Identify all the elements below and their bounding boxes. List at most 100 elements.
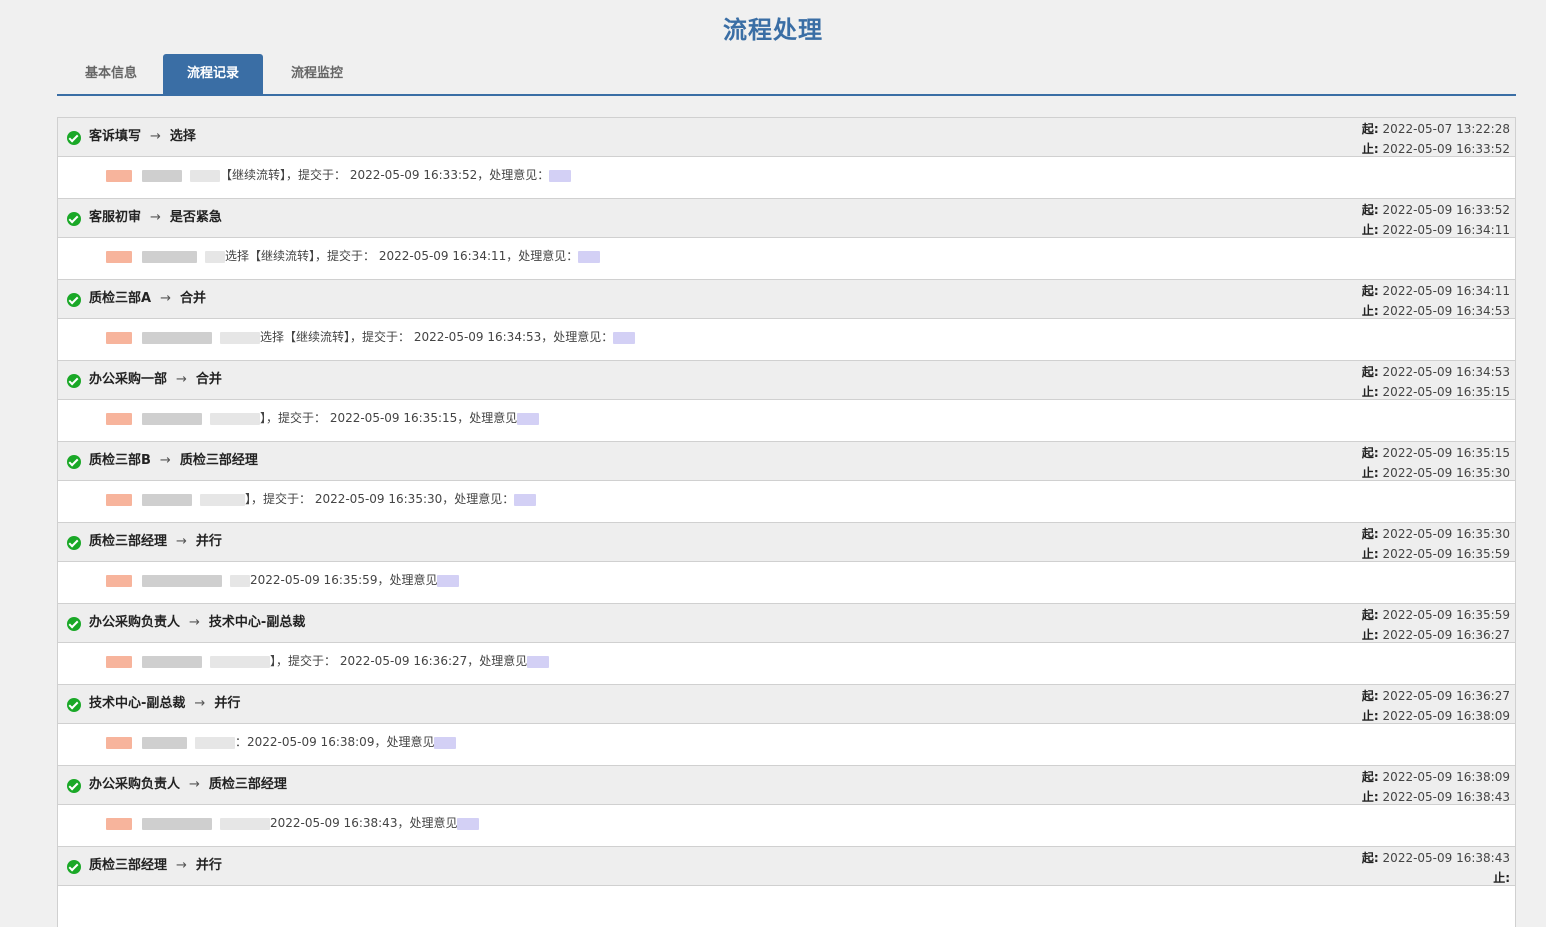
detail-text: ：2022-05-09 16:38:09，处理意见 bbox=[235, 735, 435, 749]
step-times: 起: 2022-05-09 16:34:11 止: 2022-05-09 16:… bbox=[1362, 281, 1510, 321]
redacted-block bbox=[210, 655, 270, 668]
redacted-block bbox=[142, 250, 197, 263]
redacted-block bbox=[190, 169, 220, 182]
start-label: 起: bbox=[1361, 608, 1379, 622]
start-label: 起: bbox=[1361, 770, 1379, 784]
arrow-right-icon: → bbox=[176, 858, 187, 873]
check-circle-icon bbox=[67, 293, 81, 307]
redacted-block bbox=[142, 412, 202, 425]
redacted-block bbox=[220, 331, 260, 344]
start-time: 2022-05-09 16:38:43 bbox=[1382, 851, 1510, 865]
check-circle-icon bbox=[67, 779, 81, 793]
flow-record-list: 客诉填写 → 选择 起: 2022-05-07 13:22:28 止: 2022-0… bbox=[57, 117, 1516, 927]
flow-step: 质检三部B → 质检三部经理 bbox=[89, 442, 258, 480]
flow-record: 质检三部A → 合并 起: 2022-05-09 16:34:11 止: 2022-… bbox=[57, 279, 1516, 360]
arrow-right-icon: → bbox=[159, 453, 171, 468]
redacted-block bbox=[106, 250, 132, 263]
start-time-row: 起: 2022-05-09 16:35:15 bbox=[1362, 443, 1510, 463]
redacted-block bbox=[142, 736, 187, 749]
redacted-block bbox=[205, 250, 225, 263]
step-to: 技术中心-副总裁 bbox=[208, 615, 306, 630]
start-time-row: 起: 2022-05-07 13:22:28 bbox=[1362, 119, 1510, 139]
flow-record-header: 质检三部A → 合并 起: 2022-05-09 16:34:11 止: 2022-… bbox=[57, 279, 1516, 319]
tab-basic-info[interactable]: 基本信息 bbox=[61, 54, 161, 94]
arrow-right-icon: → bbox=[189, 615, 200, 630]
flow-step: 客服初审 → 是否紧急 bbox=[89, 199, 222, 237]
start-time: 2022-05-09 16:34:53 bbox=[1382, 365, 1510, 379]
page-title: 流程处理 bbox=[723, 16, 823, 44]
redacted-block bbox=[230, 574, 250, 587]
detail-line: 2022-05-09 16:38:43，处理意见 bbox=[106, 805, 480, 842]
redacted-block bbox=[613, 331, 636, 344]
start-time: 2022-05-09 16:34:11 bbox=[1382, 284, 1510, 298]
check-circle-icon bbox=[67, 617, 81, 631]
check-circle-icon bbox=[67, 212, 81, 226]
end-label: 止: bbox=[1361, 628, 1379, 642]
step-times: 起: 2022-05-09 16:34:53 止: 2022-05-09 16:… bbox=[1362, 362, 1510, 402]
redacted-block bbox=[434, 736, 457, 749]
end-time: 2022-05-09 16:34:53 bbox=[1382, 304, 1510, 318]
step-from: 客服初审 bbox=[89, 210, 142, 225]
flow-record-header: 质检三部经理 → 并行 起: 2022-05-09 16:35:30 止: 2022… bbox=[57, 522, 1516, 562]
end-time-row: 止: 2022-05-09 16:38:43 bbox=[1362, 787, 1510, 807]
tab-flow-records[interactable]: 流程记录 bbox=[163, 54, 263, 94]
end-label: 止: bbox=[1361, 304, 1379, 318]
flow-record: 技术中心-副总裁 → 并行 起: 2022-05-09 16:36:27 止: 20… bbox=[57, 684, 1516, 765]
step-from: 办公采购负责人 bbox=[89, 777, 181, 792]
flow-record-detail bbox=[57, 886, 1516, 927]
flow-record-detail: 选择【继续流转】，提交于： 2022-05-09 16:34:11，处理意见： bbox=[57, 238, 1516, 279]
arrow-right-icon: → bbox=[176, 372, 187, 387]
check-circle-icon bbox=[67, 860, 81, 874]
step-from: 技术中心-副总裁 bbox=[89, 696, 186, 711]
end-time-row: 止: 2022-05-09 16:35:15 bbox=[1362, 382, 1510, 402]
end-label: 止: bbox=[1361, 547, 1379, 561]
flow-record: 办公采购负责人 → 质检三部经理 起: 2022-05-09 16:38:09 止:… bbox=[57, 765, 1516, 846]
redacted-block bbox=[457, 817, 480, 830]
step-to: 合并 bbox=[195, 372, 222, 387]
flow-record: 质检三部经理 → 并行 起: 2022-05-09 16:35:30 止: 2022… bbox=[57, 522, 1516, 603]
step-times: 起: 2022-05-09 16:35:59 止: 2022-05-09 16:… bbox=[1362, 605, 1510, 645]
flow-record-detail: 【继续流转】，提交于： 2022-05-09 16:33:52，处理意见： bbox=[57, 157, 1516, 198]
start-label: 起: bbox=[1361, 203, 1379, 217]
start-time-row: 起: 2022-05-09 16:35:30 bbox=[1362, 524, 1510, 544]
detail-text: 选择【继续流转】，提交于： 2022-05-09 16:34:53，处理意见： bbox=[260, 330, 614, 344]
step-times: 起: 2022-05-07 13:22:28 止: 2022-05-09 16:… bbox=[1362, 119, 1510, 159]
redacted-block bbox=[106, 736, 132, 749]
flow-record: 办公采购负责人 → 技术中心-副总裁 起: 2022-05-09 16:35:59 … bbox=[57, 603, 1516, 684]
detail-text: 】，提交于： 2022-05-09 16:35:30，处理意见： bbox=[245, 492, 515, 506]
flow-record-header: 客诉填写 → 选择 起: 2022-05-07 13:22:28 止: 2022-0… bbox=[57, 117, 1516, 157]
flow-record-header: 办公采购一部 → 合并 起: 2022-05-09 16:34:53 止: 2022… bbox=[57, 360, 1516, 400]
step-to: 合并 bbox=[179, 291, 206, 306]
step-to: 是否紧急 bbox=[169, 210, 222, 225]
step-from: 客诉填写 bbox=[89, 129, 142, 144]
step-times: 起: 2022-05-09 16:33:52 止: 2022-05-09 16:… bbox=[1362, 200, 1510, 240]
start-time: 2022-05-09 16:36:27 bbox=[1382, 689, 1510, 703]
step-from: 质检三部B bbox=[89, 453, 151, 468]
end-time: 2022-05-09 16:36:27 bbox=[1382, 628, 1510, 642]
flow-record-header: 质检三部经理 → 并行 起: 2022-05-09 16:38:43 止: bbox=[57, 846, 1516, 886]
check-circle-icon bbox=[67, 374, 81, 388]
arrow-right-icon: → bbox=[189, 777, 200, 792]
step-times: 起: 2022-05-09 16:35:15 止: 2022-05-09 16:… bbox=[1362, 443, 1510, 483]
step-times: 起: 2022-05-09 16:38:43 止: bbox=[1362, 848, 1510, 888]
end-time: 2022-05-09 16:38:43 bbox=[1382, 790, 1510, 804]
flow-record-detail: 2022-05-09 16:35:59，处理意见 bbox=[57, 562, 1516, 603]
detail-line: 选择【继续流转】，提交于： 2022-05-09 16:34:11，处理意见： bbox=[106, 238, 601, 275]
detail-line: 】，提交于： 2022-05-09 16:36:27，处理意见 bbox=[106, 643, 550, 680]
step-to: 并行 bbox=[195, 534, 222, 549]
flow-step: 质检三部经理 → 并行 bbox=[89, 523, 222, 561]
step-from: 质检三部经理 bbox=[89, 858, 168, 873]
redacted-block bbox=[106, 817, 132, 830]
redacted-block bbox=[106, 574, 132, 587]
detail-line: 2022-05-09 16:35:59，处理意见 bbox=[106, 562, 460, 599]
start-time-row: 起: 2022-05-09 16:34:53 bbox=[1362, 362, 1510, 382]
start-time: 2022-05-09 16:35:30 bbox=[1382, 527, 1510, 541]
flow-step: 质检三部A → 合并 bbox=[89, 280, 206, 318]
end-label: 止: bbox=[1361, 385, 1379, 399]
step-to: 并行 bbox=[195, 858, 222, 873]
flow-record-header: 客服初审 → 是否紧急 起: 2022-05-09 16:33:52 止: 2022… bbox=[57, 198, 1516, 238]
tab-flow-monitor[interactable]: 流程监控 bbox=[267, 54, 367, 94]
end-label: 止: bbox=[1493, 871, 1510, 885]
redacted-block bbox=[142, 169, 182, 182]
step-from: 质检三部经理 bbox=[89, 534, 168, 549]
